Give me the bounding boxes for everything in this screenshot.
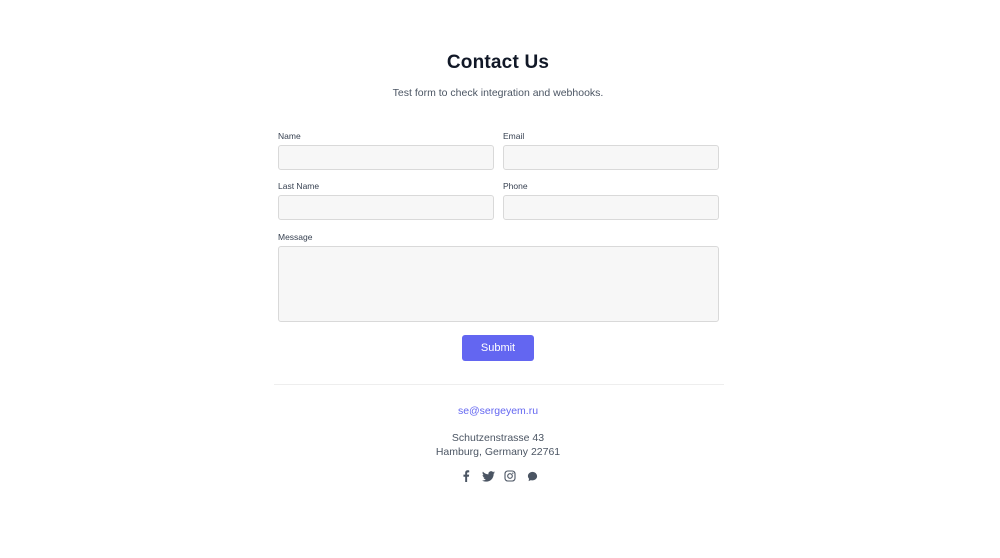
page-subtitle: Test form to check integration and webho… xyxy=(392,87,604,99)
last-name-field-group: Last Name xyxy=(278,181,494,220)
name-field-group: Name xyxy=(278,131,494,170)
message-textarea[interactable] xyxy=(278,246,719,322)
address-line-1: Schutzenstrasse 43 xyxy=(451,432,545,444)
phone-field-group: Phone xyxy=(503,181,719,220)
form-row-2: Last Name Phone xyxy=(278,181,719,220)
twitter-icon[interactable] xyxy=(481,469,495,483)
contact-page: Contact Us Test form to check integratio… xyxy=(0,0,1000,558)
chat-bubble-icon[interactable] xyxy=(525,469,539,483)
last-name-input[interactable] xyxy=(278,195,494,220)
social-links xyxy=(459,469,539,483)
address: Schutzenstrasse 43 Hamburg, Germany 2276… xyxy=(0,431,996,459)
form-row-1: Name Email xyxy=(278,131,719,170)
last-name-label: Last Name xyxy=(278,181,320,191)
message-label: Message xyxy=(278,232,313,242)
address-line-2: Hamburg, Germany 22761 xyxy=(435,446,561,458)
instagram-icon[interactable] xyxy=(503,469,517,483)
email-input[interactable] xyxy=(503,145,719,170)
name-input[interactable] xyxy=(278,145,494,170)
contact-form: Name Email Last Name Phone Message xyxy=(278,131,719,327)
phone-input[interactable] xyxy=(503,195,719,220)
contact-email-link[interactable]: se@sergeyem.ru xyxy=(0,405,996,417)
email-label: Email xyxy=(503,131,525,141)
page-title: Contact Us xyxy=(446,52,550,73)
name-label: Name xyxy=(278,131,301,141)
message-field-group: Message xyxy=(278,232,719,327)
submit-button[interactable]: Submit xyxy=(462,335,534,361)
email-field-group: Email xyxy=(503,131,719,170)
footer-divider xyxy=(274,384,724,385)
facebook-icon[interactable] xyxy=(459,469,473,483)
phone-label: Phone xyxy=(503,181,528,191)
